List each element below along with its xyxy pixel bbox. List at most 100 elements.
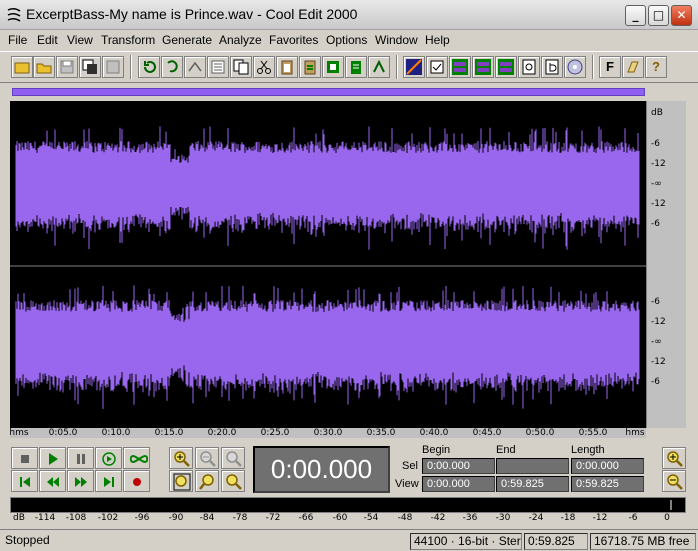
- menu-favorites[interactable]: Favorites: [269, 33, 318, 47]
- play-icon: [49, 453, 58, 465]
- sel-begin-field[interactable]: 0:00.000: [422, 458, 495, 474]
- undo-button[interactable]: [138, 56, 160, 78]
- vertical-zoom-in-button[interactable]: [662, 447, 686, 469]
- favorites-icon: F: [606, 59, 614, 74]
- zoom-in-button[interactable]: [169, 447, 193, 469]
- redo-button[interactable]: [161, 56, 183, 78]
- repeat-button[interactable]: [184, 56, 206, 78]
- paste-button[interactable]: [276, 56, 298, 78]
- time-tick: 0:10.0: [101, 428, 131, 438]
- save-copy-button[interactable]: [79, 56, 101, 78]
- meter-tick: -108: [65, 513, 87, 523]
- goto-end-icon: [104, 477, 114, 487]
- menu-options[interactable]: Options: [326, 33, 367, 47]
- check-button[interactable]: [426, 56, 448, 78]
- rewind-button[interactable]: [39, 470, 66, 492]
- zoom-left-button[interactable]: [195, 470, 219, 492]
- meter-tick: -60: [332, 513, 348, 523]
- cut-button[interactable]: [253, 56, 275, 78]
- zoom-controls: [166, 444, 252, 492]
- overview-bar[interactable]: [12, 88, 645, 96]
- close-button[interactable]: ✕: [671, 5, 692, 26]
- db-tick: -6: [651, 139, 660, 149]
- menu-transform[interactable]: Transform: [101, 33, 155, 47]
- menu-help[interactable]: Help: [425, 33, 450, 47]
- save-button[interactable]: [56, 56, 78, 78]
- level-meter-bar: [670, 500, 672, 510]
- sel-length-field[interactable]: 0:00.000: [571, 458, 644, 474]
- loop-button[interactable]: [368, 56, 390, 78]
- waveform-display[interactable]: [10, 101, 646, 428]
- time-tick: 0:30.0: [313, 428, 343, 438]
- wave2-button[interactable]: [472, 56, 494, 78]
- vertical-zoom-out-icon: [667, 474, 683, 490]
- view-end-field[interactable]: 0:59.825: [496, 476, 569, 492]
- app-window: ExcerptBass-My name is Prince.wav - Cool…: [0, 0, 698, 551]
- loop-icon: [373, 59, 385, 73]
- menu-view[interactable]: View: [67, 33, 93, 47]
- db-tick: -∞: [651, 337, 662, 347]
- open-button[interactable]: [33, 56, 55, 78]
- play-button[interactable]: [39, 447, 66, 469]
- settings-button[interactable]: [622, 56, 644, 78]
- view-length-field[interactable]: 0:59.825: [571, 476, 644, 492]
- favorites-button[interactable]: F: [599, 56, 621, 78]
- record-button[interactable]: [123, 470, 150, 492]
- meter-tick: -84: [199, 513, 215, 523]
- stop-button[interactable]: [11, 447, 38, 469]
- pause-icon: [77, 454, 85, 464]
- goto-start-button[interactable]: [11, 470, 38, 492]
- menu-analyze[interactable]: Analyze: [219, 33, 262, 47]
- wave3-button[interactable]: [495, 56, 517, 78]
- maximize-button[interactable]: □: [648, 5, 669, 26]
- undo-icon: [144, 61, 156, 73]
- cd-button[interactable]: [564, 56, 586, 78]
- vertical-zoom-out-button[interactable]: [662, 470, 686, 492]
- db-tick: -12: [651, 317, 666, 327]
- waveform-svg[interactable]: [10, 101, 646, 428]
- level-meter: [10, 497, 686, 513]
- mix-paste-icon: [304, 60, 316, 75]
- info-button[interactable]: [518, 56, 540, 78]
- cd-icon: [567, 59, 583, 75]
- menu-file[interactable]: File: [8, 33, 27, 47]
- menu-edit[interactable]: Edit: [37, 33, 58, 47]
- wave-button[interactable]: [449, 56, 471, 78]
- info-icon: [522, 59, 536, 75]
- pause-button[interactable]: [67, 447, 94, 469]
- zoom-selection-button[interactable]: [169, 470, 193, 492]
- help-icon: ?: [652, 59, 660, 74]
- help-button[interactable]: ?: [645, 56, 667, 78]
- copy-new-button[interactable]: [230, 56, 252, 78]
- zoom-right-button[interactable]: [221, 470, 245, 492]
- app-icon[interactable]: [6, 7, 22, 23]
- close-file-button[interactable]: [102, 56, 124, 78]
- menu-generate[interactable]: Generate: [162, 33, 212, 47]
- sel-end-field[interactable]: [496, 458, 569, 474]
- goto-end-button[interactable]: [95, 470, 122, 492]
- play-list-button[interactable]: [541, 56, 563, 78]
- meter-tick: -12: [592, 513, 608, 523]
- fast-forward-button[interactable]: [67, 470, 94, 492]
- save-icon: [60, 60, 74, 74]
- open-folder-button[interactable]: [11, 56, 33, 78]
- play-to-end-button[interactable]: [95, 447, 122, 469]
- spectrum-button[interactable]: [403, 56, 425, 78]
- zoom-out-button[interactable]: [195, 447, 219, 469]
- minimize-button[interactable]: _: [625, 5, 646, 26]
- menu-window[interactable]: Window: [375, 33, 418, 47]
- view-begin-field[interactable]: 0:00.000: [422, 476, 495, 492]
- mix-paste-button[interactable]: [299, 56, 321, 78]
- db-tick: -6: [651, 297, 660, 307]
- copy-button[interactable]: [207, 56, 229, 78]
- loop-play-button[interactable]: [123, 447, 150, 469]
- meter-scale: dB -114 -108 -102 -96 -90 -84 -78 -72 -6…: [10, 513, 686, 526]
- paste-new-button[interactable]: [345, 56, 367, 78]
- left-channel-waveform: [15, 126, 640, 250]
- meter-tick: -24: [528, 513, 544, 523]
- copy-new-icon: [233, 59, 249, 75]
- trim-button[interactable]: [322, 56, 344, 78]
- db-tick: -6: [651, 377, 660, 387]
- zoom-right-icon: [226, 474, 242, 490]
- zoom-full-button[interactable]: [221, 447, 245, 469]
